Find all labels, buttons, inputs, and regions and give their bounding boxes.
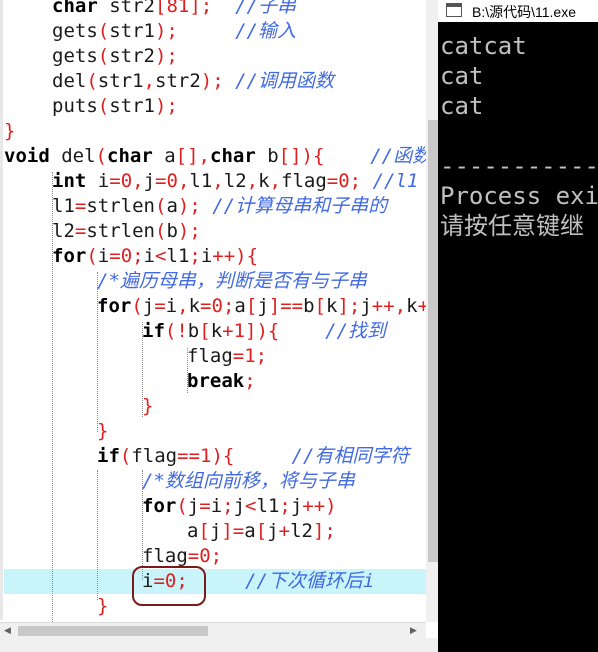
editor-gutter — [0, 0, 3, 620]
code-line[interactable]: break; — [187, 369, 256, 394]
red-annotation-circle — [132, 566, 206, 606]
code-line[interactable]: for(j=i,k=0;a[j]==b[k];j++,k+ — [97, 294, 429, 319]
code-line[interactable]: } — [97, 419, 108, 444]
scroll-right-icon[interactable]: ▶ — [410, 626, 417, 636]
console-output-line: -------------- — [440, 152, 598, 180]
code-line[interactable]: void del(char a[],char b[]){ //函数 — [4, 144, 431, 169]
console-window[interactable]: B:\源代码\11.exe catcat cat cat -----------… — [438, 0, 598, 652]
console-output-line: Process exi — [440, 182, 598, 210]
code-line[interactable]: for(j=i;j<l1;j++) — [142, 494, 337, 519]
horizontal-scroll-thumb[interactable] — [18, 626, 208, 636]
code-line[interactable]: if(flag==1){ //有相同字符 — [97, 444, 409, 469]
console-titlebar[interactable]: B:\源代码\11.exe — [438, 0, 598, 22]
console-output-line: cat — [440, 62, 484, 90]
code-line[interactable]: del(str1,str2); //调用函数 — [52, 69, 334, 94]
code-line[interactable]: /*数组向前移，将与子串 — [142, 469, 355, 494]
code-line[interactable]: /*遍历母串，判断是否有与子串 — [97, 269, 367, 294]
console-app-icon — [446, 3, 462, 17]
horizontal-scrollbar[interactable]: ◀ ▶ — [0, 622, 426, 639]
code-line[interactable]: a[j]=a[j+l2]; — [187, 519, 336, 544]
scroll-left-icon[interactable]: ◀ — [4, 626, 11, 636]
code-line[interactable]: if(!b[k+1]){ //找到 — [142, 319, 386, 344]
console-output-line: 请按任意键继 — [440, 212, 584, 240]
vertical-scroll-thumb[interactable] — [428, 120, 438, 562]
indent-guide — [97, 470, 98, 600]
code-line[interactable]: puts(str1); — [52, 94, 178, 119]
code-line[interactable]: gets(str2); — [52, 44, 178, 69]
code-editor[interactable]: char str2[81]; //子串 gets(str1); //输入 gets(… — [0, 0, 440, 652]
code-line[interactable]: int i=0,j=0,l1,l2,k,flag=0; //l1 — [52, 169, 418, 194]
code-line[interactable]: } — [97, 594, 108, 619]
code-line[interactable]: flag=1; — [187, 344, 267, 369]
console-title: B:\源代码\11.exe — [472, 4, 577, 20]
code-line[interactable]: } — [4, 119, 15, 144]
console-output-line: cat — [440, 92, 484, 120]
console-output-line: catcat — [440, 32, 527, 60]
code-line[interactable]: char str2[81]; //子串 — [52, 0, 296, 19]
code-line[interactable]: l2=strlen(b); — [52, 219, 201, 244]
code-line[interactable]: gets(str1); //输入 — [52, 19, 296, 44]
code-line[interactable]: l1=strlen(a); //计算母串和子串的 — [52, 194, 387, 219]
editor-status-strip — [0, 638, 440, 652]
code-line[interactable]: } — [142, 394, 153, 419]
code-line[interactable]: for(i=0;i<l1;i++){ — [52, 244, 258, 269]
